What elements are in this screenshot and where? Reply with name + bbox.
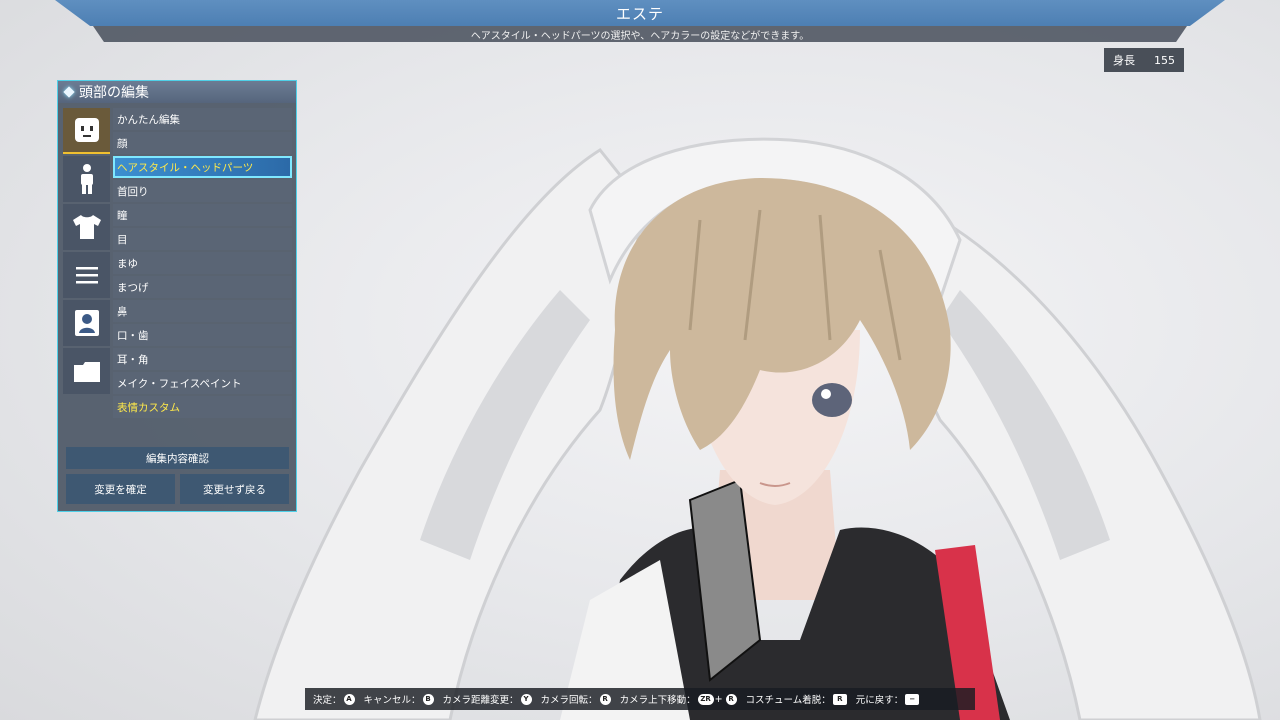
menu-item-mouth[interactable]: 口・歯 xyxy=(113,324,292,346)
eye-right xyxy=(812,383,852,417)
menu-item-makeup[interactable]: メイク・フェイスペイント xyxy=(113,372,292,394)
panel-header: 頭部の編集 xyxy=(58,81,296,103)
category-tab-face[interactable] xyxy=(63,108,110,154)
menu-item-eyes[interactable]: 目 xyxy=(113,228,292,250)
button-zr-icon: ZR xyxy=(697,693,714,705)
menu-item-expression[interactable]: 表情カスタム xyxy=(113,396,292,418)
confirm-edits-button[interactable]: 編集内容確認 xyxy=(66,447,289,469)
hint-label: 元に戻す： xyxy=(855,695,904,706)
hint-label: カメラ距離変更： xyxy=(442,695,519,706)
category-tab-storage[interactable] xyxy=(63,348,110,394)
button-a-icon: A xyxy=(343,693,355,705)
hint-label: キャンセル： xyxy=(363,695,421,706)
height-readout: 身長 155 xyxy=(1104,48,1184,72)
button-b-icon: B xyxy=(422,693,434,705)
head-edit-panel: 頭部の編集 かんたん編集 顔 ヘアスタイル・ヘッドパーツ 首回り 瞳 目 まゆ … xyxy=(57,80,297,512)
hint-reset: 元に戻す： − xyxy=(856,692,920,706)
category-tab-settings[interactable] xyxy=(63,252,110,298)
right-stick-icon: R xyxy=(599,693,611,705)
category-tab-body[interactable] xyxy=(63,156,110,202)
control-hints-bar: 決定： A キャンセル： B カメラ距離変更： Y カメラ回転： R カメラ上下… xyxy=(305,688,975,710)
body-icon xyxy=(80,164,93,194)
discard-changes-button[interactable]: 変更せず戻る xyxy=(180,474,289,504)
profile-icon xyxy=(74,310,99,336)
menu-item-easy-edit[interactable]: かんたん編集 xyxy=(113,108,292,130)
menu-item-pupil[interactable]: 瞳 xyxy=(113,204,292,226)
button-r-icon: R xyxy=(832,693,847,705)
hint-label: コスチューム着脱： xyxy=(745,695,831,706)
menu-item-neck[interactable]: 首回り xyxy=(113,180,292,202)
list-icon xyxy=(75,267,98,284)
category-tab-costume[interactable] xyxy=(63,204,110,250)
menu-item-ears[interactable]: 耳・角 xyxy=(113,348,292,370)
hint-camera-distance: カメラ距離変更： Y xyxy=(443,692,532,706)
hint-label: カメラ回転： xyxy=(540,695,598,706)
hint-confirm: 決定： A xyxy=(313,692,355,706)
face-icon xyxy=(74,118,99,142)
menu-item-eyebrows[interactable]: まゆ xyxy=(113,252,292,274)
height-value: 155 xyxy=(1154,53,1175,67)
hint-costume-toggle: コスチューム着脱： R xyxy=(746,692,847,706)
shirt-icon xyxy=(72,215,101,239)
button-y-icon: Y xyxy=(520,693,532,705)
hint-label: カメラ上下移動： xyxy=(619,695,696,706)
hint-label: 決定： xyxy=(313,695,342,706)
diamond-icon xyxy=(63,86,75,98)
top-banner: エステ ヘアスタイル・ヘッドパーツの選択や、ヘアカラーの設定などができます。 xyxy=(55,0,1225,42)
menu-item-nose[interactable]: 鼻 xyxy=(113,300,292,322)
height-label: 身長 xyxy=(1113,54,1135,67)
category-tab-profile[interactable] xyxy=(63,300,110,346)
banner-subtitle: ヘアスタイル・ヘッドパーツの選択や、ヘアカラーの設定などができます。 xyxy=(470,31,810,42)
apply-changes-button[interactable]: 変更を確定 xyxy=(66,474,175,504)
panel-title: 頭部の編集 xyxy=(79,85,149,101)
right-stick-icon: R xyxy=(725,693,737,705)
banner-title: エステ xyxy=(615,5,664,23)
folder-icon xyxy=(73,362,100,382)
menu-item-hairstyle[interactable]: ヘアスタイル・ヘッドパーツ xyxy=(113,156,292,178)
menu-item-face[interactable]: 顔 xyxy=(113,132,292,154)
menu-item-eyelashes[interactable]: まつげ xyxy=(113,276,292,298)
button-minus-icon: − xyxy=(905,693,920,705)
plus-sign: + xyxy=(714,693,723,705)
hint-cancel: キャンセル： B xyxy=(364,692,434,706)
hint-camera-rotate: カメラ回転： R xyxy=(541,692,611,706)
hint-camera-vertical: カメラ上下移動： ZR + R xyxy=(620,692,737,706)
